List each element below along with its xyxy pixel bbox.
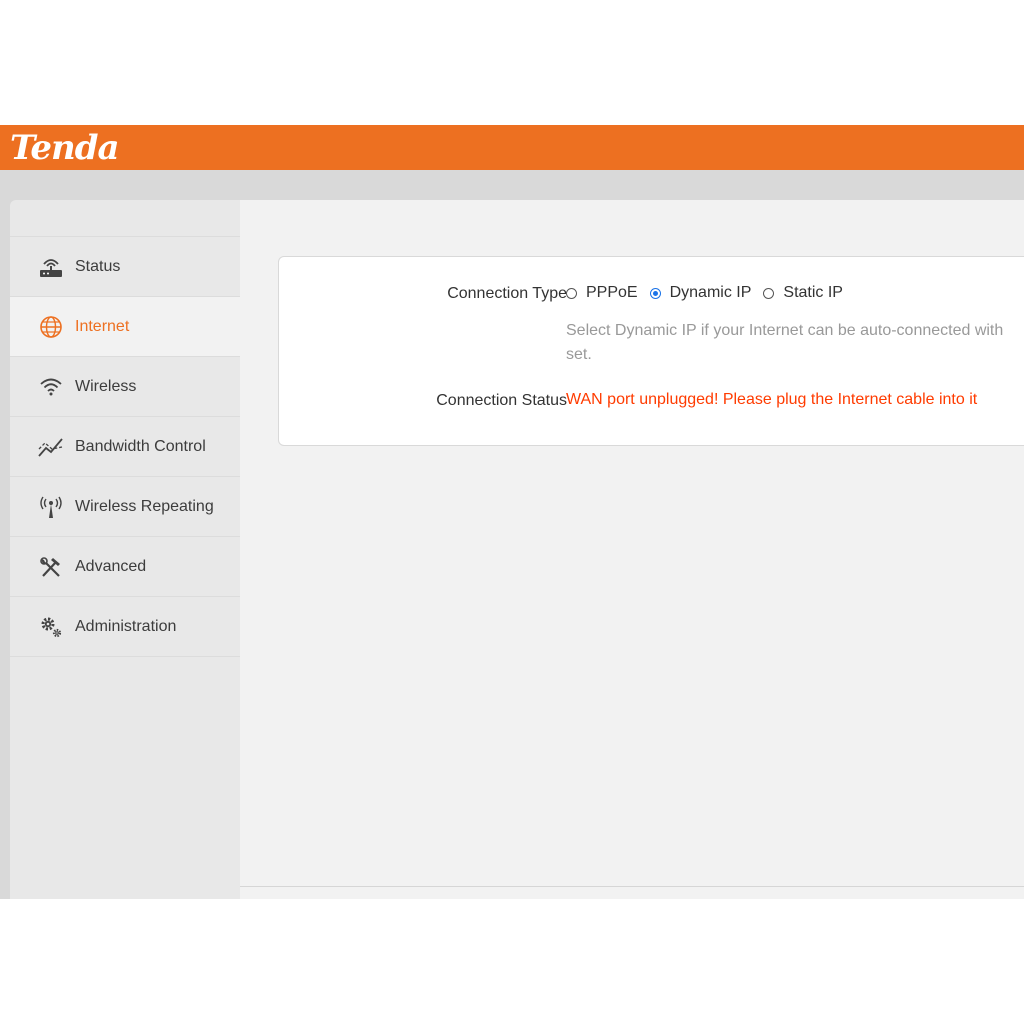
hint-line-2: set. — [566, 346, 592, 363]
sidebar-item-internet[interactable]: Internet — [10, 297, 240, 357]
connection-type-label: Connection Type — [447, 285, 567, 302]
sidebar-item-label: Administration — [75, 617, 177, 635]
sidebar-header — [10, 200, 240, 237]
radio-static-ip[interactable]: Static IP — [763, 284, 843, 302]
top-header-bar: Tenda — [0, 125, 1024, 170]
sidebar-item-label: Status — [75, 257, 121, 275]
connection-status-value: WAN port unplugged! Please plug the Inte… — [566, 391, 978, 408]
radio-dynamic-ip[interactable]: Dynamic IP — [649, 284, 752, 302]
radio-button[interactable] — [566, 287, 577, 299]
main-content: Connection Type PPPoE Dynamic IP Static … — [240, 200, 1024, 899]
sidebar-nav: Status Internet Wireless Bandwidth Contr… — [10, 200, 240, 899]
sidebar-item-wireless-repeating[interactable]: Wireless Repeating — [10, 477, 240, 537]
sidebar-item-administration[interactable]: Administration — [10, 597, 240, 657]
content-divider — [240, 886, 1024, 887]
antenna-icon — [38, 494, 64, 520]
globe-icon — [38, 314, 64, 340]
sidebar-item-wireless[interactable]: Wireless — [10, 357, 240, 417]
sidebar-item-label: Internet — [75, 317, 130, 335]
sidebar-item-label: Bandwidth Control — [75, 437, 206, 455]
sidebar-item-label: Wireless — [75, 377, 137, 395]
radio-label: Static IP — [783, 284, 843, 301]
sidebar-item-bandwidth-control[interactable]: Bandwidth Control — [10, 417, 240, 477]
sidebar-item-label: Advanced — [75, 557, 147, 575]
router-admin-frame: Tenda Status Internet Wireless Bandwidth… — [0, 125, 1024, 899]
bandwidth-icon — [38, 434, 64, 460]
router-icon — [38, 254, 64, 280]
radio-button[interactable] — [763, 287, 775, 299]
hint-line-1: Select Dynamic IP if your Internet can b… — [566, 322, 1004, 339]
internet-settings-card: Connection Type PPPoE Dynamic IP Static … — [278, 256, 1024, 446]
connection-type-hint: Select Dynamic IP if your Internet can b… — [566, 319, 1024, 367]
radio-label: Dynamic IP — [669, 284, 752, 301]
tools-icon — [38, 554, 64, 580]
wifi-icon — [38, 374, 64, 400]
radio-label: PPPoE — [586, 284, 638, 301]
radio-button-selected[interactable] — [649, 287, 661, 299]
connection-type-radio-group: PPPoE Dynamic IP Static IP — [566, 284, 843, 302]
sidebar-item-label: Wireless Repeating — [75, 497, 214, 515]
sidebar-item-status[interactable]: Status — [10, 237, 240, 297]
radio-pppoe[interactable]: PPPoE — [566, 284, 638, 302]
gears-icon — [38, 614, 64, 640]
connection-status-label: Connection Status — [436, 392, 567, 409]
sidebar-item-advanced[interactable]: Advanced — [10, 537, 240, 597]
tenda-logo: Tenda — [10, 128, 120, 168]
